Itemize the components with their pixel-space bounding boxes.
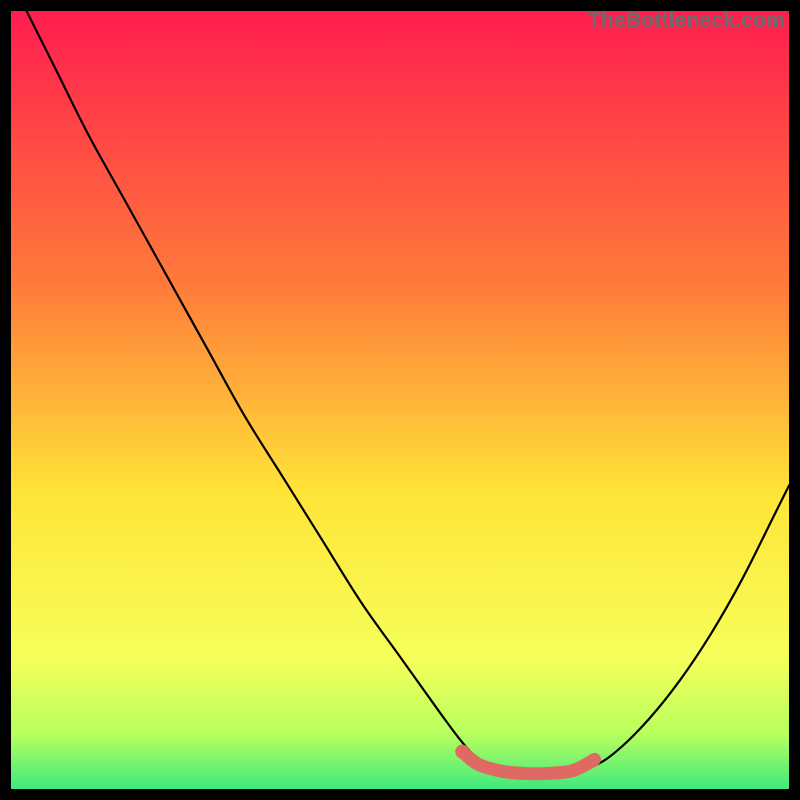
bottleneck-chart bbox=[11, 11, 789, 789]
chart-frame: TheBottleneck.com bbox=[11, 11, 789, 789]
watermark-label: TheBottleneck.com bbox=[588, 9, 785, 33]
optimal-range-start-dot bbox=[455, 745, 469, 759]
plot-background bbox=[11, 11, 789, 789]
